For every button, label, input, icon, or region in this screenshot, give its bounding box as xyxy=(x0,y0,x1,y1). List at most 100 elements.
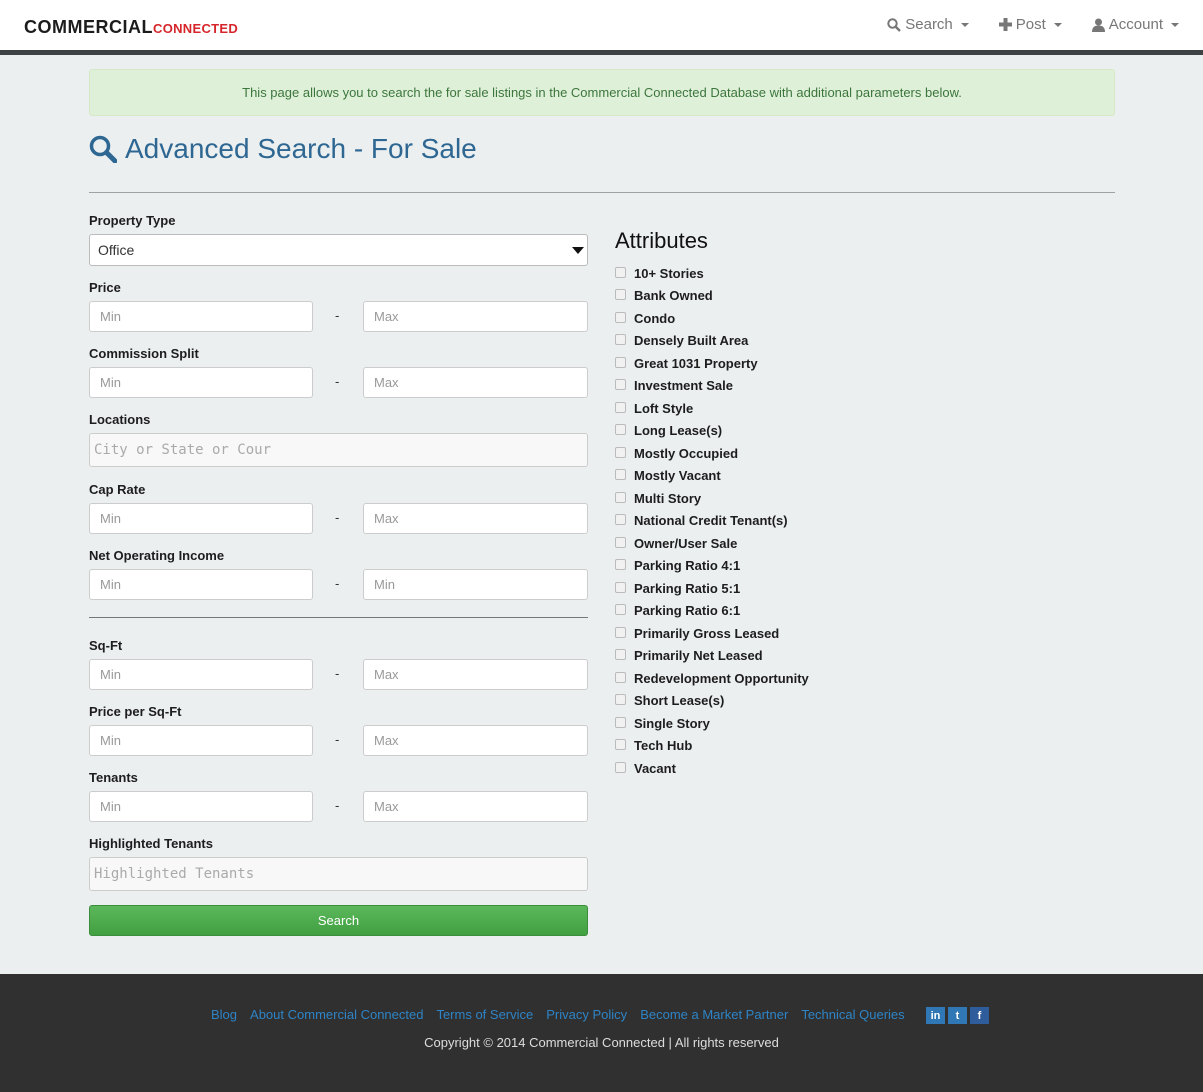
nav-search-label: Search xyxy=(905,16,953,33)
attribute-item[interactable]: Loft Style xyxy=(615,397,809,420)
sqft-min-input[interactable]: Min xyxy=(89,659,313,690)
attribute-item[interactable]: Mostly Vacant xyxy=(615,465,809,488)
attribute-item[interactable]: Long Lease(s) xyxy=(615,420,809,443)
attribute-checkbox[interactable] xyxy=(615,626,626,638)
attribute-item[interactable]: National Credit Tenant(s) xyxy=(615,510,809,533)
attribute-item[interactable]: Vacant xyxy=(615,757,809,780)
attribute-item[interactable]: 10+ Stories xyxy=(615,262,809,285)
attribute-checkbox[interactable] xyxy=(615,491,626,503)
attribute-item[interactable]: Owner/User Sale xyxy=(615,532,809,555)
cap-rate-max-input[interactable]: Max xyxy=(363,503,588,534)
tenants-max-input[interactable]: Max xyxy=(363,791,588,822)
price-max-input[interactable]: Max xyxy=(363,301,588,332)
search-icon xyxy=(89,135,117,163)
attribute-checkbox[interactable] xyxy=(615,514,626,526)
sqft-max-input[interactable]: Max xyxy=(363,659,588,690)
attribute-checkbox[interactable] xyxy=(615,671,626,683)
attribute-checkbox[interactable] xyxy=(615,469,626,481)
range-dash: - xyxy=(335,666,340,681)
footer-link[interactable]: Technical Queries xyxy=(801,1007,904,1022)
attribute-checkbox[interactable] xyxy=(615,716,626,728)
cap-rate-label: Cap Rate xyxy=(89,482,146,497)
brand-part1: COMMERCIAL xyxy=(24,17,153,37)
attribute-item[interactable]: Mostly Occupied xyxy=(615,442,809,465)
twitter-icon[interactable]: t xyxy=(948,1007,967,1024)
nav-post-label: Post xyxy=(1015,16,1046,33)
footer-link[interactable]: Become a Market Partner xyxy=(640,1007,788,1022)
nav-post-dropdown[interactable]: Post xyxy=(998,16,1062,33)
footer-links: Blog About Commercial Connected Terms of S… xyxy=(211,1007,905,1022)
footer-link[interactable]: Privacy Policy xyxy=(546,1007,627,1022)
attribute-item[interactable]: Primarily Net Leased xyxy=(615,645,809,668)
attribute-label: Long Lease(s) xyxy=(634,423,723,439)
attribute-checkbox[interactable] xyxy=(615,356,626,368)
attribute-checkbox[interactable] xyxy=(615,289,626,301)
attribute-item[interactable]: Short Lease(s) xyxy=(615,690,809,713)
attribute-item[interactable]: Condo xyxy=(615,307,809,330)
attribute-checkbox[interactable] xyxy=(615,581,626,593)
nav-search-dropdown[interactable]: Search xyxy=(887,16,969,33)
price-sqft-min-input[interactable]: Min xyxy=(89,725,313,756)
attributes-heading: Attributes xyxy=(615,228,708,253)
attribute-item[interactable]: Primarily Gross Leased xyxy=(615,622,809,645)
range-dash: - xyxy=(335,374,340,389)
footer-link[interactable]: Blog xyxy=(211,1007,237,1022)
highlighted-tenants-input[interactable]: Highlighted Tenants xyxy=(89,857,588,891)
footer xyxy=(0,974,1203,1092)
plus-icon xyxy=(998,18,1012,31)
search-button[interactable]: Search xyxy=(89,905,588,936)
commission-max-input[interactable]: Max xyxy=(363,367,588,398)
attribute-checkbox[interactable] xyxy=(615,266,626,278)
price-min-input[interactable]: Min xyxy=(89,301,313,332)
property-type-select[interactable]: Office xyxy=(89,234,588,266)
attribute-item[interactable]: Tech Hub xyxy=(615,735,809,758)
brand-logo[interactable]: COMMERCIALCONNECTED xyxy=(24,17,238,38)
attribute-checkbox[interactable] xyxy=(615,446,626,458)
attribute-item[interactable]: Parking Ratio 5:1 xyxy=(615,577,809,600)
attribute-item[interactable]: Single Story xyxy=(615,712,809,735)
attribute-item[interactable]: Parking Ratio 4:1 xyxy=(615,555,809,578)
attribute-checkbox[interactable] xyxy=(615,334,626,346)
attribute-checkbox[interactable] xyxy=(615,649,626,661)
attribute-checkbox[interactable] xyxy=(615,604,626,616)
attribute-item[interactable]: Great 1031 Property xyxy=(615,352,809,375)
tenants-min-input[interactable]: Min xyxy=(89,791,313,822)
attribute-item[interactable]: Redevelopment Opportunity xyxy=(615,667,809,690)
attribute-checkbox[interactable] xyxy=(615,401,626,413)
attribute-checkbox[interactable] xyxy=(615,761,626,773)
attribute-checkbox[interactable] xyxy=(615,379,626,391)
attribute-checkbox[interactable] xyxy=(615,559,626,571)
commission-min-input[interactable]: Min xyxy=(89,367,313,398)
price-sqft-max-input[interactable]: Max xyxy=(363,725,588,756)
linkedin-icon[interactable]: in xyxy=(926,1007,945,1024)
locations-label: Locations xyxy=(89,412,151,427)
caret-down-icon xyxy=(960,22,969,27)
range-dash: - xyxy=(335,510,340,525)
copyright: Copyright © 2014 Commercial Connected | … xyxy=(424,1035,779,1050)
attribute-checkbox[interactable] xyxy=(615,536,626,548)
attribute-checkbox[interactable] xyxy=(615,739,626,751)
attribute-label: Bank Owned xyxy=(634,288,713,304)
attribute-item[interactable]: Bank Owned xyxy=(615,285,809,308)
nav-account-dropdown[interactable]: Account xyxy=(1091,16,1179,33)
footer-link[interactable]: Terms of Service xyxy=(436,1007,533,1022)
cap-rate-min-input[interactable]: Min xyxy=(89,503,313,534)
attribute-label: Mostly Vacant xyxy=(634,468,721,484)
attribute-item[interactable]: Parking Ratio 6:1 xyxy=(615,600,809,623)
facebook-icon[interactable]: f xyxy=(970,1007,989,1024)
attribute-checkbox[interactable] xyxy=(615,424,626,436)
noi-min-input[interactable]: Min xyxy=(89,569,313,600)
locations-input[interactable]: City or State or Cour xyxy=(89,433,588,467)
attribute-item[interactable]: Densely Built Area xyxy=(615,330,809,353)
attribute-checkbox[interactable] xyxy=(615,311,626,323)
noi-second-min-input[interactable]: Min xyxy=(363,569,588,600)
attribute-item[interactable]: Investment Sale xyxy=(615,375,809,398)
attribute-checkbox[interactable] xyxy=(615,694,626,706)
attribute-label: Condo xyxy=(634,310,676,326)
attribute-label: Tech Hub xyxy=(634,738,693,754)
footer-link[interactable]: About Commercial Connected xyxy=(250,1007,423,1022)
highlighted-tenants-label: Highlighted Tenants xyxy=(89,836,213,851)
attribute-label: Mostly Occupied xyxy=(634,445,739,461)
attribute-item[interactable]: Multi Story xyxy=(615,487,809,510)
commission-label: Commission Split xyxy=(89,346,199,361)
